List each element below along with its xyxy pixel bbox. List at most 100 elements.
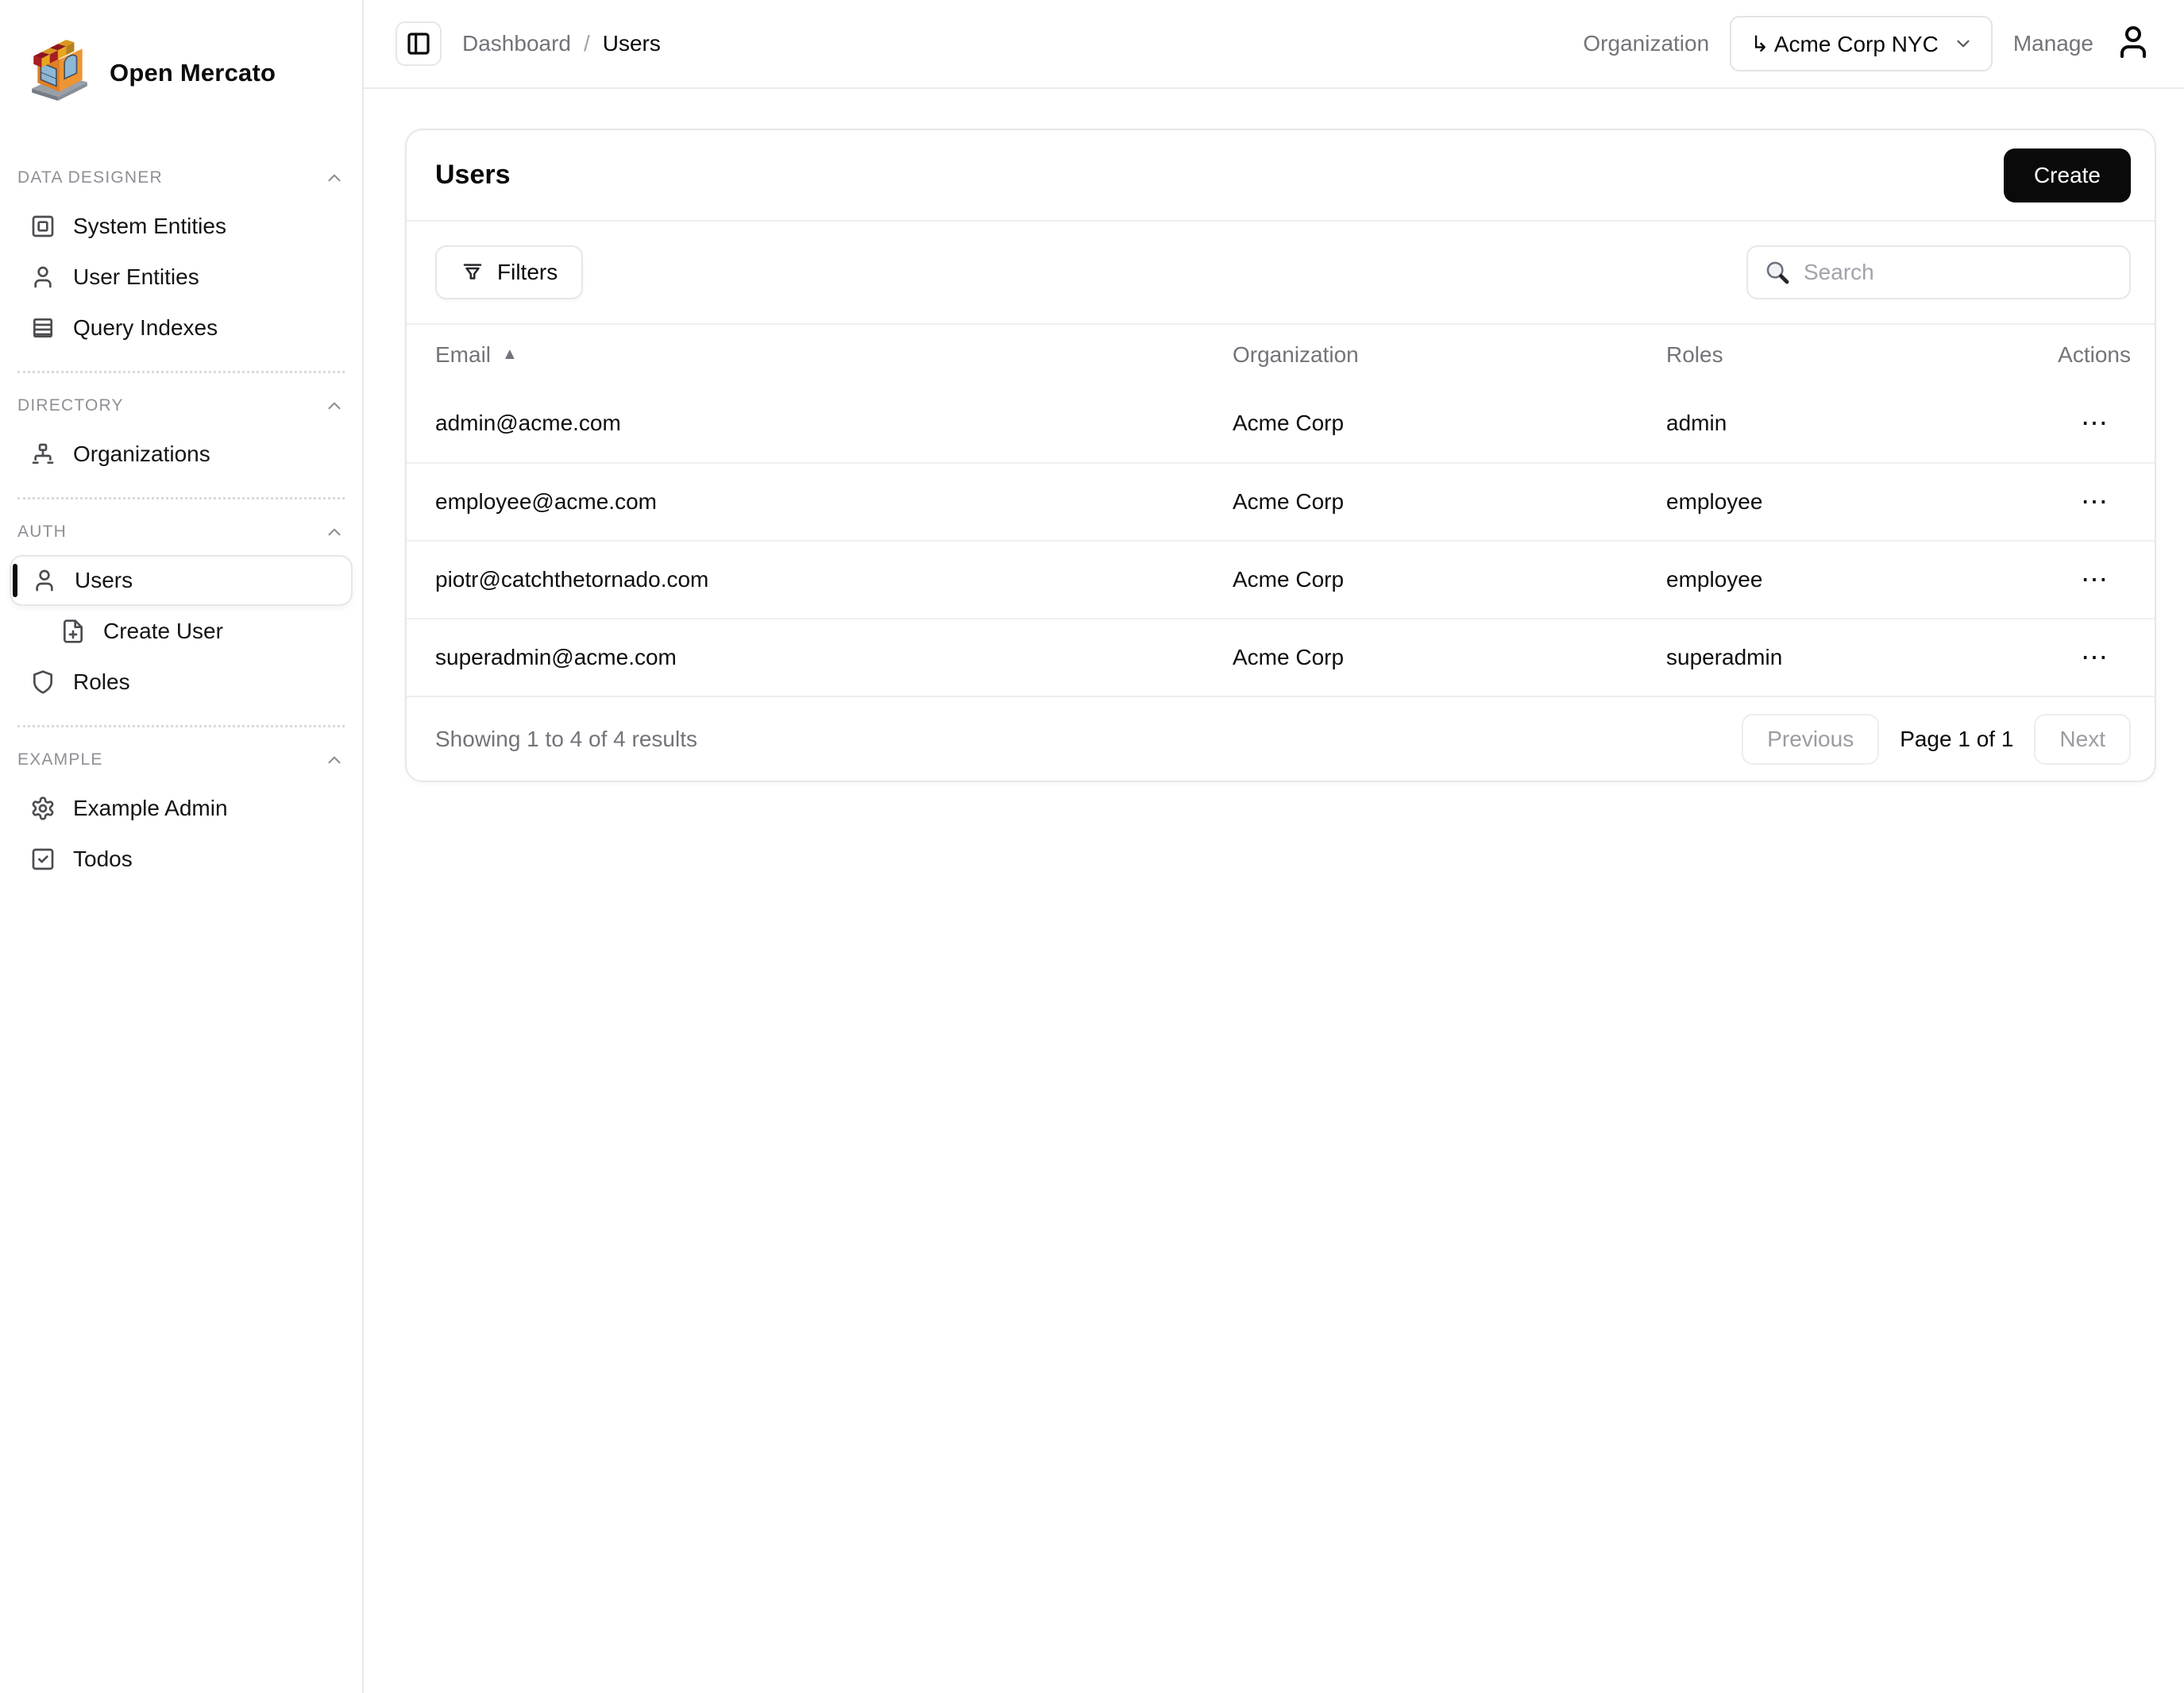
row-actions-menu-button[interactable]: ⋯	[2081, 486, 2131, 518]
sidebar-item-label: System Entities	[73, 214, 226, 239]
table-row: admin@acme.com Acme Corp admin ⋯	[407, 384, 2155, 462]
breadcrumb: Dashboard / Users	[462, 31, 661, 56]
next-page-button[interactable]: Next	[2034, 714, 2131, 765]
users-card: Users Create Filters	[405, 129, 2156, 782]
sidebar-item-create-user[interactable]: Create User	[10, 606, 353, 657]
app-screen: Open Mercato DATA DESIGNER System Entiti…	[0, 0, 2184, 1693]
manage-link[interactable]: Manage	[2013, 31, 2093, 56]
breadcrumb-current: Users	[603, 31, 661, 56]
chevron-up-icon	[324, 750, 345, 770]
row-actions-menu-button[interactable]: ⋯	[2081, 564, 2131, 596]
sidebar-item-user-entities[interactable]: User Entities	[10, 252, 353, 303]
cell-email: admin@acme.com	[435, 411, 1233, 436]
cell-organization: Acme Corp	[1233, 567, 1666, 592]
sort-asc-icon: ▲	[502, 345, 518, 364]
cell-roles: superadmin	[1666, 645, 2028, 670]
cell-organization: Acme Corp	[1233, 645, 1666, 670]
sidebar-item-roles[interactable]: Roles	[10, 657, 353, 708]
sidebar-item-label: Query Indexes	[73, 315, 218, 341]
create-button[interactable]: Create	[2004, 148, 2131, 202]
user-menu-button[interactable]	[2114, 23, 2152, 65]
hierarchy-icon	[30, 442, 56, 467]
row-actions-menu-button[interactable]: ⋯	[2081, 642, 2131, 673]
section-header-data-designer[interactable]: DATA DESIGNER	[10, 161, 353, 195]
chevron-down-icon	[1953, 33, 1974, 54]
pagination: Previous Page 1 of 1 Next	[1742, 714, 2131, 765]
cell-email: superadmin@acme.com	[435, 645, 1233, 670]
table-toolbar: Filters	[407, 222, 2155, 323]
section-divider	[17, 497, 345, 499]
panel-left-icon	[406, 31, 431, 56]
section-label: AUTH	[17, 523, 67, 542]
column-header-email[interactable]: Email ▲	[435, 342, 1233, 368]
topbar: Dashboard / Users Organization ↳ Acme Co…	[364, 0, 2184, 89]
section-divider	[17, 371, 345, 373]
users-table: Email ▲ Organization Roles Actions admin…	[407, 323, 2155, 696]
page-info: Page 1 of 1	[1900, 727, 2013, 752]
sidebar-item-example-admin[interactable]: Example Admin	[10, 783, 353, 834]
table-header-row: Email ▲ Organization Roles Actions	[407, 325, 2155, 384]
chevron-up-icon	[324, 168, 345, 188]
sidebar-item-label: Example Admin	[73, 796, 228, 821]
check-square-icon	[30, 846, 56, 872]
cell-roles: admin	[1666, 411, 2028, 436]
section-divider	[17, 725, 345, 727]
column-label: Email	[435, 342, 491, 368]
results-summary: Showing 1 to 4 of 4 results	[435, 727, 697, 752]
section-header-directory[interactable]: DIRECTORY	[10, 389, 353, 422]
content-area: Users Create Filters	[364, 89, 2184, 1693]
table-row: piotr@catchthetornado.com Acme Corp empl…	[407, 540, 2155, 618]
sidebar-item-users[interactable]: Users	[10, 555, 353, 606]
table-footer: Showing 1 to 4 of 4 results Previous Pag…	[407, 696, 2155, 781]
sidebar-nav: DATA DESIGNER System Entities User Entit…	[0, 109, 362, 885]
cell-roles: employee	[1666, 489, 2028, 515]
previous-page-button[interactable]: Previous	[1742, 714, 1879, 765]
sidebar-item-organizations[interactable]: Organizations	[10, 429, 353, 480]
search-icon	[1764, 259, 1791, 286]
card-header: Users Create	[407, 130, 2155, 222]
funnel-icon	[461, 260, 484, 284]
gear-icon	[30, 796, 56, 821]
breadcrumb-dashboard[interactable]: Dashboard	[462, 31, 571, 56]
column-header-roles[interactable]: Roles	[1666, 342, 2028, 368]
chevron-up-icon	[324, 395, 345, 416]
sidebar-item-label: Todos	[73, 846, 133, 872]
sidebar-item-label: User Entities	[73, 264, 199, 290]
cell-email: piotr@catchthetornado.com	[435, 567, 1233, 592]
brand-name: Open Mercato	[110, 59, 276, 87]
search-input[interactable]	[1804, 260, 2113, 285]
sidebar-toggle-button[interactable]	[396, 21, 442, 66]
search-box	[1746, 245, 2131, 299]
section-label: DATA DESIGNER	[17, 168, 163, 187]
table-row: superadmin@acme.com Acme Corp superadmin…	[407, 618, 2155, 696]
topbar-right: Organization ↳ Acme Corp NYC Manage	[1583, 16, 2152, 71]
main-area: Dashboard / Users Organization ↳ Acme Co…	[364, 0, 2184, 1693]
sidebar-item-query-indexes[interactable]: Query Indexes	[10, 303, 353, 353]
cell-roles: employee	[1666, 567, 2028, 592]
organization-select[interactable]: ↳ Acme Corp NYC	[1730, 16, 1993, 71]
file-plus-icon	[60, 619, 86, 644]
column-header-actions: Actions	[2058, 342, 2131, 368]
cell-organization: Acme Corp	[1233, 489, 1666, 515]
shield-icon	[30, 669, 56, 695]
square-square-icon	[30, 214, 56, 239]
sidebar-item-todos[interactable]: Todos	[10, 834, 353, 885]
cell-email: employee@acme.com	[435, 489, 1233, 515]
user-icon	[2114, 23, 2152, 61]
rows-icon	[30, 315, 56, 341]
user-icon	[30, 264, 56, 290]
filters-button[interactable]: Filters	[435, 245, 583, 299]
table-body: admin@acme.com Acme Corp admin ⋯ employe…	[407, 384, 2155, 696]
user-icon	[32, 568, 57, 593]
brand: Open Mercato	[0, 0, 362, 109]
column-header-organization[interactable]: Organization	[1233, 342, 1666, 368]
chevron-up-icon	[324, 522, 345, 542]
sidebar-item-system-entities[interactable]: System Entities	[10, 201, 353, 252]
sidebar: Open Mercato DATA DESIGNER System Entiti…	[0, 0, 364, 1693]
row-actions-menu-button[interactable]: ⋯	[2081, 407, 2131, 439]
sidebar-item-label: Roles	[73, 669, 130, 695]
section-header-example[interactable]: EXAMPLE	[10, 743, 353, 777]
organization-select-value: ↳ Acme Corp NYC	[1750, 31, 1939, 57]
section-header-auth[interactable]: AUTH	[10, 515, 353, 549]
store-logo-icon	[27, 37, 92, 109]
